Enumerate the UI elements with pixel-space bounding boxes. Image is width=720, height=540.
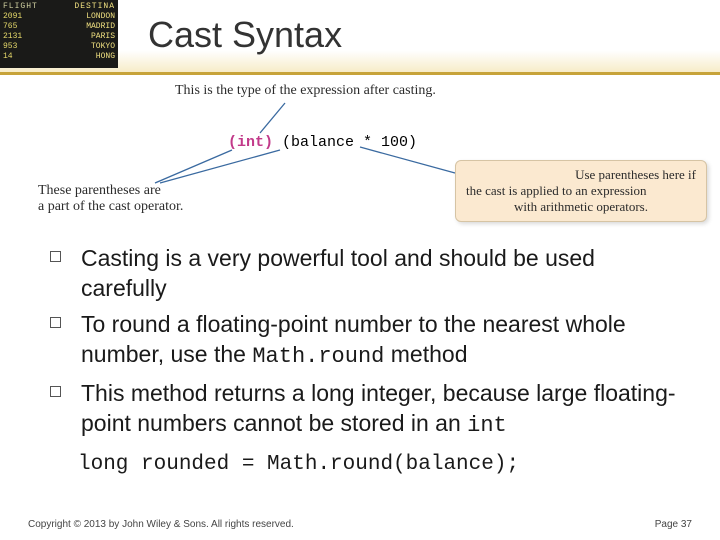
bullet-text: To round a floating-point number to the … bbox=[81, 309, 680, 372]
left-annotation: These parentheses are a part of the cast… bbox=[38, 183, 183, 215]
bullet-text: This method returns a long integer, beca… bbox=[81, 378, 680, 441]
bullet-square-icon bbox=[50, 251, 61, 262]
fb-hdr-left: FLIGHT bbox=[3, 2, 38, 12]
bullet-item: This method returns a long integer, beca… bbox=[50, 378, 680, 441]
bullet-item: To round a floating-point number to the … bbox=[50, 309, 680, 372]
slide-title: Cast Syntax bbox=[148, 14, 342, 56]
bullet-list: Casting is a very powerful tool and shou… bbox=[0, 235, 720, 441]
top-annotation: This is the type of the expression after… bbox=[175, 83, 436, 99]
code-example: long rounded = Math.round(balance); bbox=[78, 453, 720, 476]
code-expression: (int) (balance * 100) bbox=[228, 133, 417, 151]
copyright-text: Copyright © 2013 by John Wiley & Sons. A… bbox=[28, 519, 294, 530]
bullet-square-icon bbox=[50, 317, 61, 328]
flight-board-graphic: FLIGHT DESTINA 2091LONDON 765MADRID 2131… bbox=[0, 0, 118, 68]
page-number: Page 37 bbox=[655, 519, 692, 530]
fb-hdr-right: DESTINA bbox=[74, 2, 115, 12]
slide-footer: Copyright © 2013 by John Wiley & Sons. A… bbox=[28, 519, 692, 530]
cast-diagram: This is the type of the expression after… bbox=[0, 75, 720, 235]
right-balloon: Use parentheses here if the cast is appl… bbox=[455, 160, 707, 222]
slide-header: FLIGHT DESTINA 2091LONDON 765MADRID 2131… bbox=[0, 0, 720, 75]
bullet-text: Casting is a very powerful tool and shou… bbox=[81, 243, 680, 303]
code-rest: (balance * 100) bbox=[273, 134, 417, 151]
bullet-item: Casting is a very powerful tool and shou… bbox=[50, 243, 680, 303]
bullet-square-icon bbox=[50, 386, 61, 397]
code-int: (int) bbox=[228, 134, 273, 151]
